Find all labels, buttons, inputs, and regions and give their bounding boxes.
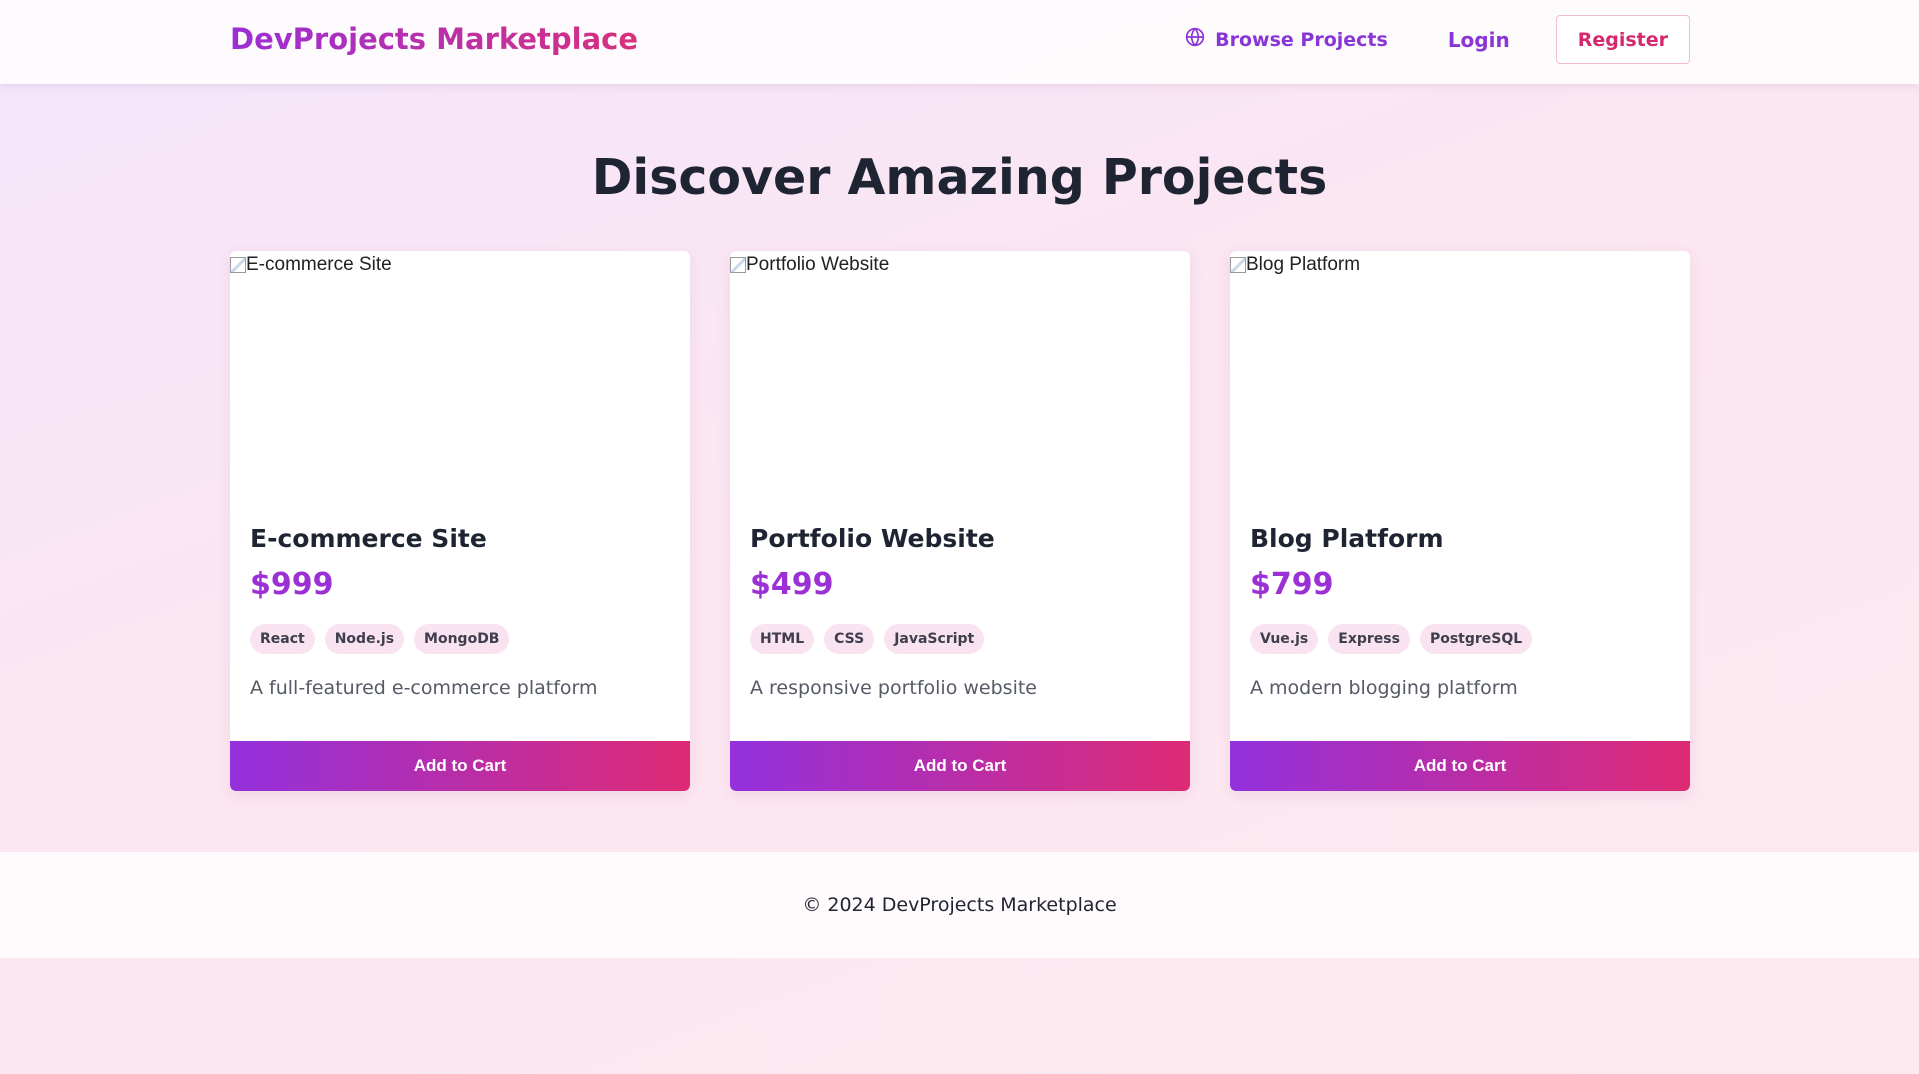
project-card: E-commerce Site E-commerce Site $999 Rea…: [230, 251, 690, 791]
project-price: $499: [750, 567, 834, 602]
project-image: Portfolio Website: [730, 251, 1190, 501]
project-description: A full-featured e-commerce platform: [250, 677, 598, 699]
tech-tag: React: [250, 624, 315, 654]
tech-tags: React Node.js MongoDB: [250, 624, 510, 654]
site-header: DevProjects Marketplace Browse Projects …: [0, 0, 1919, 84]
image-alt-text: Blog Platform: [1246, 254, 1361, 275]
image-alt-text: E-commerce Site: [246, 254, 392, 275]
tech-tag: Node.js: [324, 624, 405, 654]
broken-image-icon: [730, 257, 746, 273]
login-link[interactable]: Login: [1448, 28, 1510, 52]
tech-tag: CSS: [824, 624, 875, 654]
tech-tag: PostgreSQL: [1419, 624, 1533, 654]
add-to-cart-button[interactable]: Add to Cart: [730, 741, 1190, 791]
project-image: Blog Platform: [1230, 251, 1690, 501]
project-price: $999: [250, 567, 334, 602]
main-nav: Browse Projects Login Register: [1185, 15, 1690, 64]
tech-tag: JavaScript: [884, 624, 985, 654]
tech-tags: HTML CSS JavaScript: [750, 624, 985, 654]
project-description: A modern blogging platform: [1250, 677, 1518, 699]
broken-image-icon: [230, 257, 246, 273]
add-to-cart-button[interactable]: Add to Cart: [1230, 741, 1690, 791]
broken-image-placeholder: Portfolio Website: [730, 254, 889, 276]
project-image: E-commerce Site: [230, 251, 690, 501]
tech-tag: MongoDB: [414, 624, 510, 654]
browse-projects-link[interactable]: Browse Projects: [1185, 27, 1388, 52]
register-button[interactable]: Register: [1555, 15, 1690, 64]
page-title: Discover Amazing Projects: [591, 149, 1328, 206]
project-card: Blog Platform Blog Platform $799 Vue.js …: [1230, 251, 1690, 791]
image-alt-text: Portfolio Website: [746, 254, 890, 275]
tech-tag: Express: [1328, 624, 1410, 654]
add-to-cart-button[interactable]: Add to Cart: [230, 741, 690, 791]
project-title: E-commerce Site: [250, 524, 487, 553]
brand-logo[interactable]: DevProjects Marketplace: [230, 22, 638, 56]
tech-tags: Vue.js Express PostgreSQL: [1250, 624, 1533, 654]
broken-image-placeholder: E-commerce Site: [230, 254, 392, 276]
copyright-text: © 2024 DevProjects Marketplace: [802, 894, 1117, 916]
project-price: $799: [1250, 567, 1334, 602]
project-title: Blog Platform: [1250, 524, 1444, 553]
broken-image-placeholder: Blog Platform: [1230, 254, 1360, 276]
project-description: A responsive portfolio website: [750, 677, 1037, 699]
browse-projects-label: Browse Projects: [1215, 28, 1388, 51]
tech-tag: Vue.js: [1250, 624, 1319, 654]
project-grid: E-commerce Site E-commerce Site $999 Rea…: [230, 251, 1690, 791]
project-title: Portfolio Website: [750, 524, 995, 553]
site-footer: © 2024 DevProjects Marketplace: [0, 852, 1919, 958]
broken-image-icon: [1230, 257, 1246, 273]
tech-tag: HTML: [750, 624, 815, 654]
project-card: Portfolio Website Portfolio Website $499…: [730, 251, 1190, 791]
globe-icon: [1185, 27, 1205, 52]
